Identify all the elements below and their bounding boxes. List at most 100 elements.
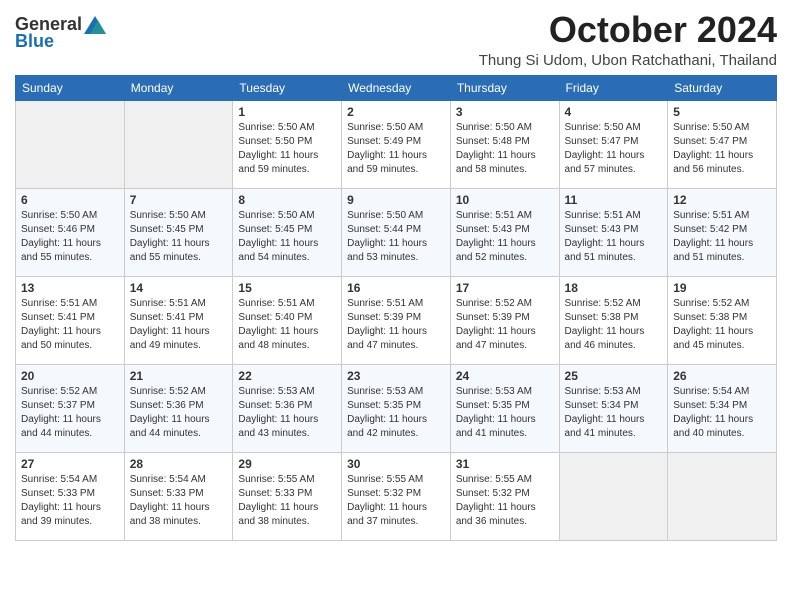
day-number: 23	[347, 369, 445, 383]
calendar-cell: 5 Sunrise: 5:50 AM Sunset: 5:47 PM Daylig…	[668, 100, 777, 188]
day-number: 28	[130, 457, 228, 471]
calendar-cell: 7Sunrise: 5:50 AM Sunset: 5:45 PM Daylig…	[124, 188, 233, 276]
day-info: Sunrise: 5:52 AM Sunset: 5:38 PM Dayligh…	[565, 297, 663, 353]
calendar-cell: 16 Sunrise: 5:51 AM Sunset: 5:39 PM Dayli…	[342, 276, 451, 364]
calendar-cell	[559, 452, 668, 540]
calendar-week-5: 27Sunrise: 5:54 AM Sunset: 5:33 PM Dayli…	[16, 452, 777, 540]
day-number: 21	[130, 369, 228, 383]
logo-blue-text: Blue	[15, 31, 54, 52]
day-info: Sunrise: 5:55 AM Sunset: 5:32 PM Dayligh…	[347, 473, 445, 529]
calendar-cell: 30Sunrise: 5:55 AM Sunset: 5:32 PM Dayli…	[342, 452, 451, 540]
day-info: Sunrise: 5:51 AM Sunset: 5:42 PM Dayligh…	[673, 209, 771, 265]
header-sunday: Sunday	[16, 75, 125, 100]
calendar-cell	[668, 452, 777, 540]
day-number: 25	[565, 369, 663, 383]
day-number: 19	[673, 281, 771, 295]
day-number: 18	[565, 281, 663, 295]
day-info: Sunrise: 5:50 AM Sunset: 5:44 PM Dayligh…	[347, 209, 445, 265]
day-info: Sunrise: 5:54 AM Sunset: 5:33 PM Dayligh…	[21, 473, 119, 529]
day-info: Sunrise: 5:50 AM Sunset: 5:46 PM Dayligh…	[21, 209, 119, 265]
day-info: Sunrise: 5:52 AM Sunset: 5:38 PM Dayligh…	[673, 297, 771, 353]
day-number: 12	[673, 193, 771, 207]
day-info: Sunrise: 5:53 AM Sunset: 5:34 PM Dayligh…	[565, 385, 663, 441]
calendar-cell	[124, 100, 233, 188]
page-header: General Blue October 2024 Thung Si Udom,…	[15, 10, 777, 69]
day-info: Sunrise: 5:51 AM Sunset: 5:43 PM Dayligh…	[565, 209, 663, 265]
location-subtitle: Thung Si Udom, Ubon Ratchathani, Thailan…	[479, 52, 777, 69]
day-info: Sunrise: 5:55 AM Sunset: 5:32 PM Dayligh…	[456, 473, 554, 529]
day-number: 8	[238, 193, 336, 207]
day-info: Sunrise: 5:50 AM Sunset: 5:50 PM Dayligh…	[238, 121, 336, 177]
calendar-week-2: 6 Sunrise: 5:50 AM Sunset: 5:46 PM Daylig…	[16, 188, 777, 276]
calendar-cell: 4 Sunrise: 5:50 AM Sunset: 5:47 PM Daylig…	[559, 100, 668, 188]
day-info: Sunrise: 5:50 AM Sunset: 5:45 PM Dayligh…	[238, 209, 336, 265]
calendar-cell: 26 Sunrise: 5:54 AM Sunset: 5:34 PM Dayli…	[668, 364, 777, 452]
day-info: Sunrise: 5:52 AM Sunset: 5:37 PM Dayligh…	[21, 385, 119, 441]
calendar-cell	[16, 100, 125, 188]
day-number: 10	[456, 193, 554, 207]
day-info: Sunrise: 5:51 AM Sunset: 5:41 PM Dayligh…	[21, 297, 119, 353]
day-number: 15	[238, 281, 336, 295]
day-number: 6	[21, 193, 119, 207]
header-friday: Friday	[559, 75, 668, 100]
day-info: Sunrise: 5:50 AM Sunset: 5:47 PM Dayligh…	[673, 121, 771, 177]
day-info: Sunrise: 5:50 AM Sunset: 5:48 PM Dayligh…	[456, 121, 554, 177]
calendar-cell: 21 Sunrise: 5:52 AM Sunset: 5:36 PM Dayli…	[124, 364, 233, 452]
calendar-cell: 14 Sunrise: 5:51 AM Sunset: 5:41 PM Dayli…	[124, 276, 233, 364]
logo-icon	[84, 16, 106, 34]
calendar-cell: 28 Sunrise: 5:54 AM Sunset: 5:33 PM Dayli…	[124, 452, 233, 540]
day-info: Sunrise: 5:52 AM Sunset: 5:39 PM Dayligh…	[456, 297, 554, 353]
calendar-cell: 1 Sunrise: 5:50 AM Sunset: 5:50 PM Daylig…	[233, 100, 342, 188]
calendar-cell: 15Sunrise: 5:51 AM Sunset: 5:40 PM Dayli…	[233, 276, 342, 364]
calendar-week-4: 20 Sunrise: 5:52 AM Sunset: 5:37 PM Dayli…	[16, 364, 777, 452]
calendar-cell: 29Sunrise: 5:55 AM Sunset: 5:33 PM Dayli…	[233, 452, 342, 540]
header-thursday: Thursday	[450, 75, 559, 100]
day-number: 5	[673, 105, 771, 119]
month-title: October 2024	[479, 10, 777, 50]
day-info: Sunrise: 5:50 AM Sunset: 5:47 PM Dayligh…	[565, 121, 663, 177]
calendar-cell: 27Sunrise: 5:54 AM Sunset: 5:33 PM Dayli…	[16, 452, 125, 540]
day-number: 16	[347, 281, 445, 295]
calendar-header-row: Sunday Monday Tuesday Wednesday Thursday…	[16, 75, 777, 100]
day-info: Sunrise: 5:50 AM Sunset: 5:49 PM Dayligh…	[347, 121, 445, 177]
day-number: 1	[238, 105, 336, 119]
day-number: 3	[456, 105, 554, 119]
calendar-cell: 31 Sunrise: 5:55 AM Sunset: 5:32 PM Dayli…	[450, 452, 559, 540]
calendar-cell: 25 Sunrise: 5:53 AM Sunset: 5:34 PM Dayli…	[559, 364, 668, 452]
day-info: Sunrise: 5:53 AM Sunset: 5:35 PM Dayligh…	[456, 385, 554, 441]
day-info: Sunrise: 5:51 AM Sunset: 5:39 PM Dayligh…	[347, 297, 445, 353]
calendar-cell: 8 Sunrise: 5:50 AM Sunset: 5:45 PM Daylig…	[233, 188, 342, 276]
day-number: 2	[347, 105, 445, 119]
logo: General Blue	[15, 14, 106, 52]
calendar-week-3: 13Sunrise: 5:51 AM Sunset: 5:41 PM Dayli…	[16, 276, 777, 364]
day-info: Sunrise: 5:51 AM Sunset: 5:41 PM Dayligh…	[130, 297, 228, 353]
day-number: 14	[130, 281, 228, 295]
calendar-cell: 13Sunrise: 5:51 AM Sunset: 5:41 PM Dayli…	[16, 276, 125, 364]
day-number: 26	[673, 369, 771, 383]
day-info: Sunrise: 5:54 AM Sunset: 5:33 PM Dayligh…	[130, 473, 228, 529]
header-saturday: Saturday	[668, 75, 777, 100]
day-info: Sunrise: 5:50 AM Sunset: 5:45 PM Dayligh…	[130, 209, 228, 265]
day-number: 31	[456, 457, 554, 471]
calendar-cell: 12 Sunrise: 5:51 AM Sunset: 5:42 PM Dayli…	[668, 188, 777, 276]
calendar-cell: 17 Sunrise: 5:52 AM Sunset: 5:39 PM Dayli…	[450, 276, 559, 364]
day-number: 9	[347, 193, 445, 207]
day-number: 20	[21, 369, 119, 383]
calendar-cell: 18 Sunrise: 5:52 AM Sunset: 5:38 PM Dayli…	[559, 276, 668, 364]
calendar-cell: 20 Sunrise: 5:52 AM Sunset: 5:37 PM Dayli…	[16, 364, 125, 452]
calendar-week-1: 1 Sunrise: 5:50 AM Sunset: 5:50 PM Daylig…	[16, 100, 777, 188]
calendar-table: Sunday Monday Tuesday Wednesday Thursday…	[15, 75, 777, 541]
day-number: 4	[565, 105, 663, 119]
day-info: Sunrise: 5:51 AM Sunset: 5:43 PM Dayligh…	[456, 209, 554, 265]
day-info: Sunrise: 5:55 AM Sunset: 5:33 PM Dayligh…	[238, 473, 336, 529]
header-wednesday: Wednesday	[342, 75, 451, 100]
day-info: Sunrise: 5:52 AM Sunset: 5:36 PM Dayligh…	[130, 385, 228, 441]
day-info: Sunrise: 5:54 AM Sunset: 5:34 PM Dayligh…	[673, 385, 771, 441]
calendar-cell: 23Sunrise: 5:53 AM Sunset: 5:35 PM Dayli…	[342, 364, 451, 452]
day-number: 17	[456, 281, 554, 295]
header-tuesday: Tuesday	[233, 75, 342, 100]
calendar-cell: 9 Sunrise: 5:50 AM Sunset: 5:44 PM Daylig…	[342, 188, 451, 276]
calendar-cell: 6 Sunrise: 5:50 AM Sunset: 5:46 PM Daylig…	[16, 188, 125, 276]
calendar-cell: 10 Sunrise: 5:51 AM Sunset: 5:43 PM Dayli…	[450, 188, 559, 276]
day-number: 22	[238, 369, 336, 383]
